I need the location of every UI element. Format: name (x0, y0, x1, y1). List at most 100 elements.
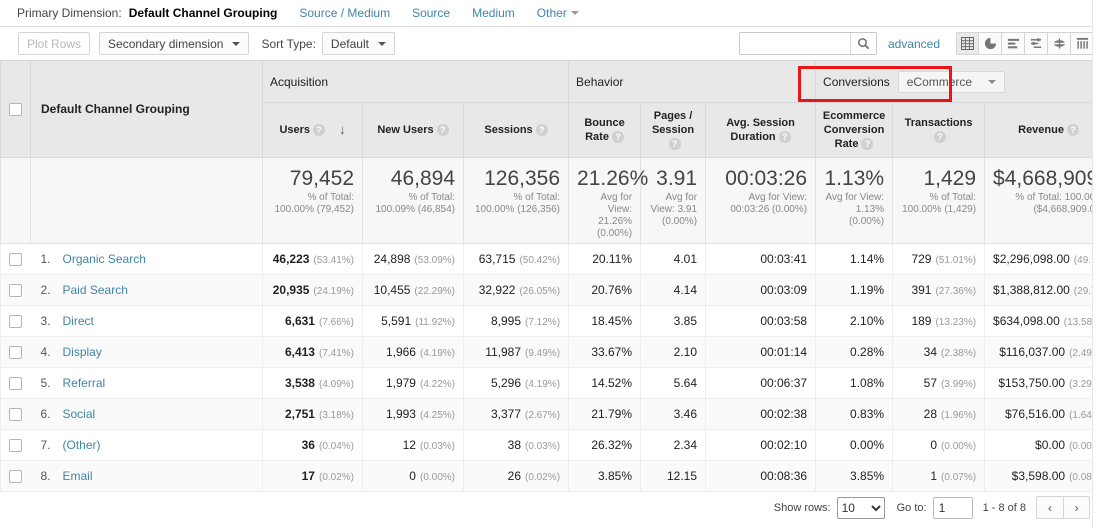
cell-pages-session: 4.14 (640, 274, 707, 306)
row-dimension-link[interactable]: Display (63, 345, 102, 359)
row-dimension-link[interactable]: Paid Search (63, 283, 128, 297)
cell-value: 1 (930, 469, 938, 483)
totals-cell-revenue: $4,668,909.00 % of Total: 100.00% ($4,66… (984, 157, 1108, 244)
cell-ecom-rate: 0.83% (815, 398, 894, 430)
row-checkbox-cell (0, 243, 31, 275)
chevron-down-icon[interactable] (570, 10, 579, 15)
cell-value: 1,966 (385, 345, 416, 359)
cell-value: 26 (507, 469, 522, 483)
primary-dimension-label: Primary Dimension: (17, 6, 122, 20)
help-icon[interactable]: ? (668, 138, 681, 151)
row-checkbox[interactable] (9, 284, 23, 298)
bar-view-icon[interactable] (1002, 32, 1025, 55)
advanced-link[interactable]: advanced (888, 37, 940, 51)
select-all-checkbox[interactable] (9, 103, 22, 117)
row-dimension-link[interactable]: Email (63, 469, 93, 483)
cell-sessions: 11,987 (9.49%) (462, 336, 570, 368)
row-checkbox[interactable] (9, 253, 23, 267)
cell-ecom-rate: 1.14% (815, 243, 894, 275)
previous-page-button[interactable]: ‹ (1036, 496, 1063, 519)
help-icon[interactable]: ? (778, 131, 791, 144)
row-dimension-link[interactable]: Direct (63, 314, 94, 328)
secondary-dimension-button[interactable]: Secondary dimension (99, 32, 250, 55)
column-header-bounce-rate[interactable]: Bounce Rate? (568, 102, 642, 158)
cell-value: 189 (911, 314, 932, 328)
cell-value: 46,223 (272, 252, 310, 266)
chevron-right-icon: › (1074, 500, 1079, 515)
cell-users: 3,538 (4.09%) (262, 367, 363, 399)
cell-value: 1,979 (385, 376, 416, 390)
sort-type-button[interactable]: Default (321, 32, 395, 55)
plot-rows-button[interactable]: Plot Rows (18, 32, 91, 55)
row-dimension-link[interactable]: (Other) (63, 438, 101, 452)
row-index: 8. (40, 469, 51, 483)
totals-cell-new-users: 46,894 % of Total: 100.09% (46,854) (362, 157, 464, 244)
column-header-avg-session-duration[interactable]: Avg. Session Duration? (705, 102, 817, 158)
column-header-new-users[interactable]: New Users? (362, 102, 464, 158)
cell-value: 14.52% (591, 376, 633, 390)
goto-input[interactable] (932, 496, 973, 519)
show-rows-select[interactable]: 10255010025050010005000 (836, 496, 885, 519)
cell-avg-duration: 00:02:10 (705, 429, 817, 461)
cell-percent: (53.09%) (414, 255, 455, 266)
group-header-behavior: Behavior (568, 60, 817, 103)
report-table: Default Channel Grouping Acquisition Beh… (0, 60, 1108, 492)
next-page-button[interactable]: › (1063, 496, 1090, 519)
cell-percent: (0.04%) (318, 441, 354, 452)
column-header-pages-session[interactable]: Pages / Session? (640, 102, 707, 158)
row-dimension-link[interactable]: Referral (63, 376, 106, 390)
row-checkbox[interactable] (9, 315, 23, 329)
performance-view-icon[interactable] (1071, 32, 1094, 55)
comparison-view-icon[interactable] (1025, 32, 1048, 55)
primary-dimension-link-other[interactable]: Other (537, 6, 567, 20)
table-row: 3. Direct 6,631 (7.66%) 5,591 (11.92%) 8,995 (7… (0, 305, 1108, 337)
row-checkbox[interactable] (9, 377, 23, 391)
sort-descending-icon[interactable]: ↓ (339, 123, 346, 137)
row-checkbox[interactable] (9, 408, 23, 422)
group-label-conversions: Conversions (823, 74, 890, 89)
row-checkbox[interactable] (9, 346, 23, 360)
column-header-transactions[interactable]: Transactions? (892, 102, 986, 158)
search-input[interactable] (739, 33, 850, 54)
help-icon[interactable]: ? (535, 124, 548, 137)
column-header-revenue[interactable]: Revenue? (984, 102, 1108, 158)
cell-revenue: $3,598.00 (0.08%) (984, 460, 1108, 492)
pie-view-icon[interactable] (979, 32, 1002, 55)
table-view-icon[interactable] (956, 32, 979, 55)
column-header-users[interactable]: Users? ↓ (262, 102, 363, 158)
primary-dimension-link-medium[interactable]: Medium (472, 6, 515, 20)
row-checkbox[interactable] (9, 439, 23, 453)
comparison-view-glyph (1030, 38, 1041, 48)
pivot-view-icon[interactable] (1048, 32, 1071, 55)
cell-percent: (51.01%) (935, 255, 977, 266)
row-dimension-link[interactable]: Organic Search (63, 252, 146, 266)
row-dimension-link[interactable]: Social (63, 407, 96, 421)
column-header-ecommerce-conversion-rate[interactable]: Ecommerce Conversion Rate? (815, 102, 894, 158)
cell-value: 28 (923, 407, 938, 421)
primary-dimension-link-source[interactable]: Source (412, 6, 450, 20)
column-header-sessions[interactable]: Sessions? (462, 102, 570, 158)
table-row: 7. (Other) 36 (0.04%) 12 (0.03%) 38 (0.03%) 26.3… (0, 429, 1108, 461)
cell-percent: (0.00%) (419, 472, 455, 483)
help-icon[interactable]: ? (861, 138, 874, 151)
table-row: 8. Email 17 (0.02%) 0 (0.00%) 26 (0.02%) 3.85% 12… (0, 460, 1108, 492)
totals-sub-users: % of Total: 100.00% (79,452) (274, 192, 354, 215)
help-icon[interactable]: ? (934, 131, 947, 144)
search-button[interactable] (849, 33, 876, 54)
help-icon[interactable]: ? (313, 124, 326, 137)
primary-dimension-link-source-medium[interactable]: Source / Medium (299, 6, 390, 20)
help-icon[interactable]: ? (611, 131, 624, 144)
cell-new-users: 10,455 (22.29%) (362, 274, 464, 306)
cell-percent: (27.36%) (935, 286, 977, 297)
cell-value: 10,455 (373, 283, 411, 297)
help-icon[interactable]: ? (1066, 124, 1079, 137)
totals-sub-pages-session: Avg for View: 3.91 (0.00%) (650, 192, 698, 227)
cell-value: 21.79% (591, 407, 633, 421)
cell-percent: (7.66%) (318, 317, 354, 328)
primary-dimension-selected[interactable]: Default Channel Grouping (129, 6, 277, 34)
help-icon[interactable]: ? (436, 124, 449, 137)
cell-value: 4.14 (673, 283, 698, 297)
conversions-type-dropdown[interactable]: eCommerce (897, 70, 1006, 93)
row-checkbox[interactable] (9, 470, 23, 484)
row-checkbox-cell (0, 460, 31, 492)
